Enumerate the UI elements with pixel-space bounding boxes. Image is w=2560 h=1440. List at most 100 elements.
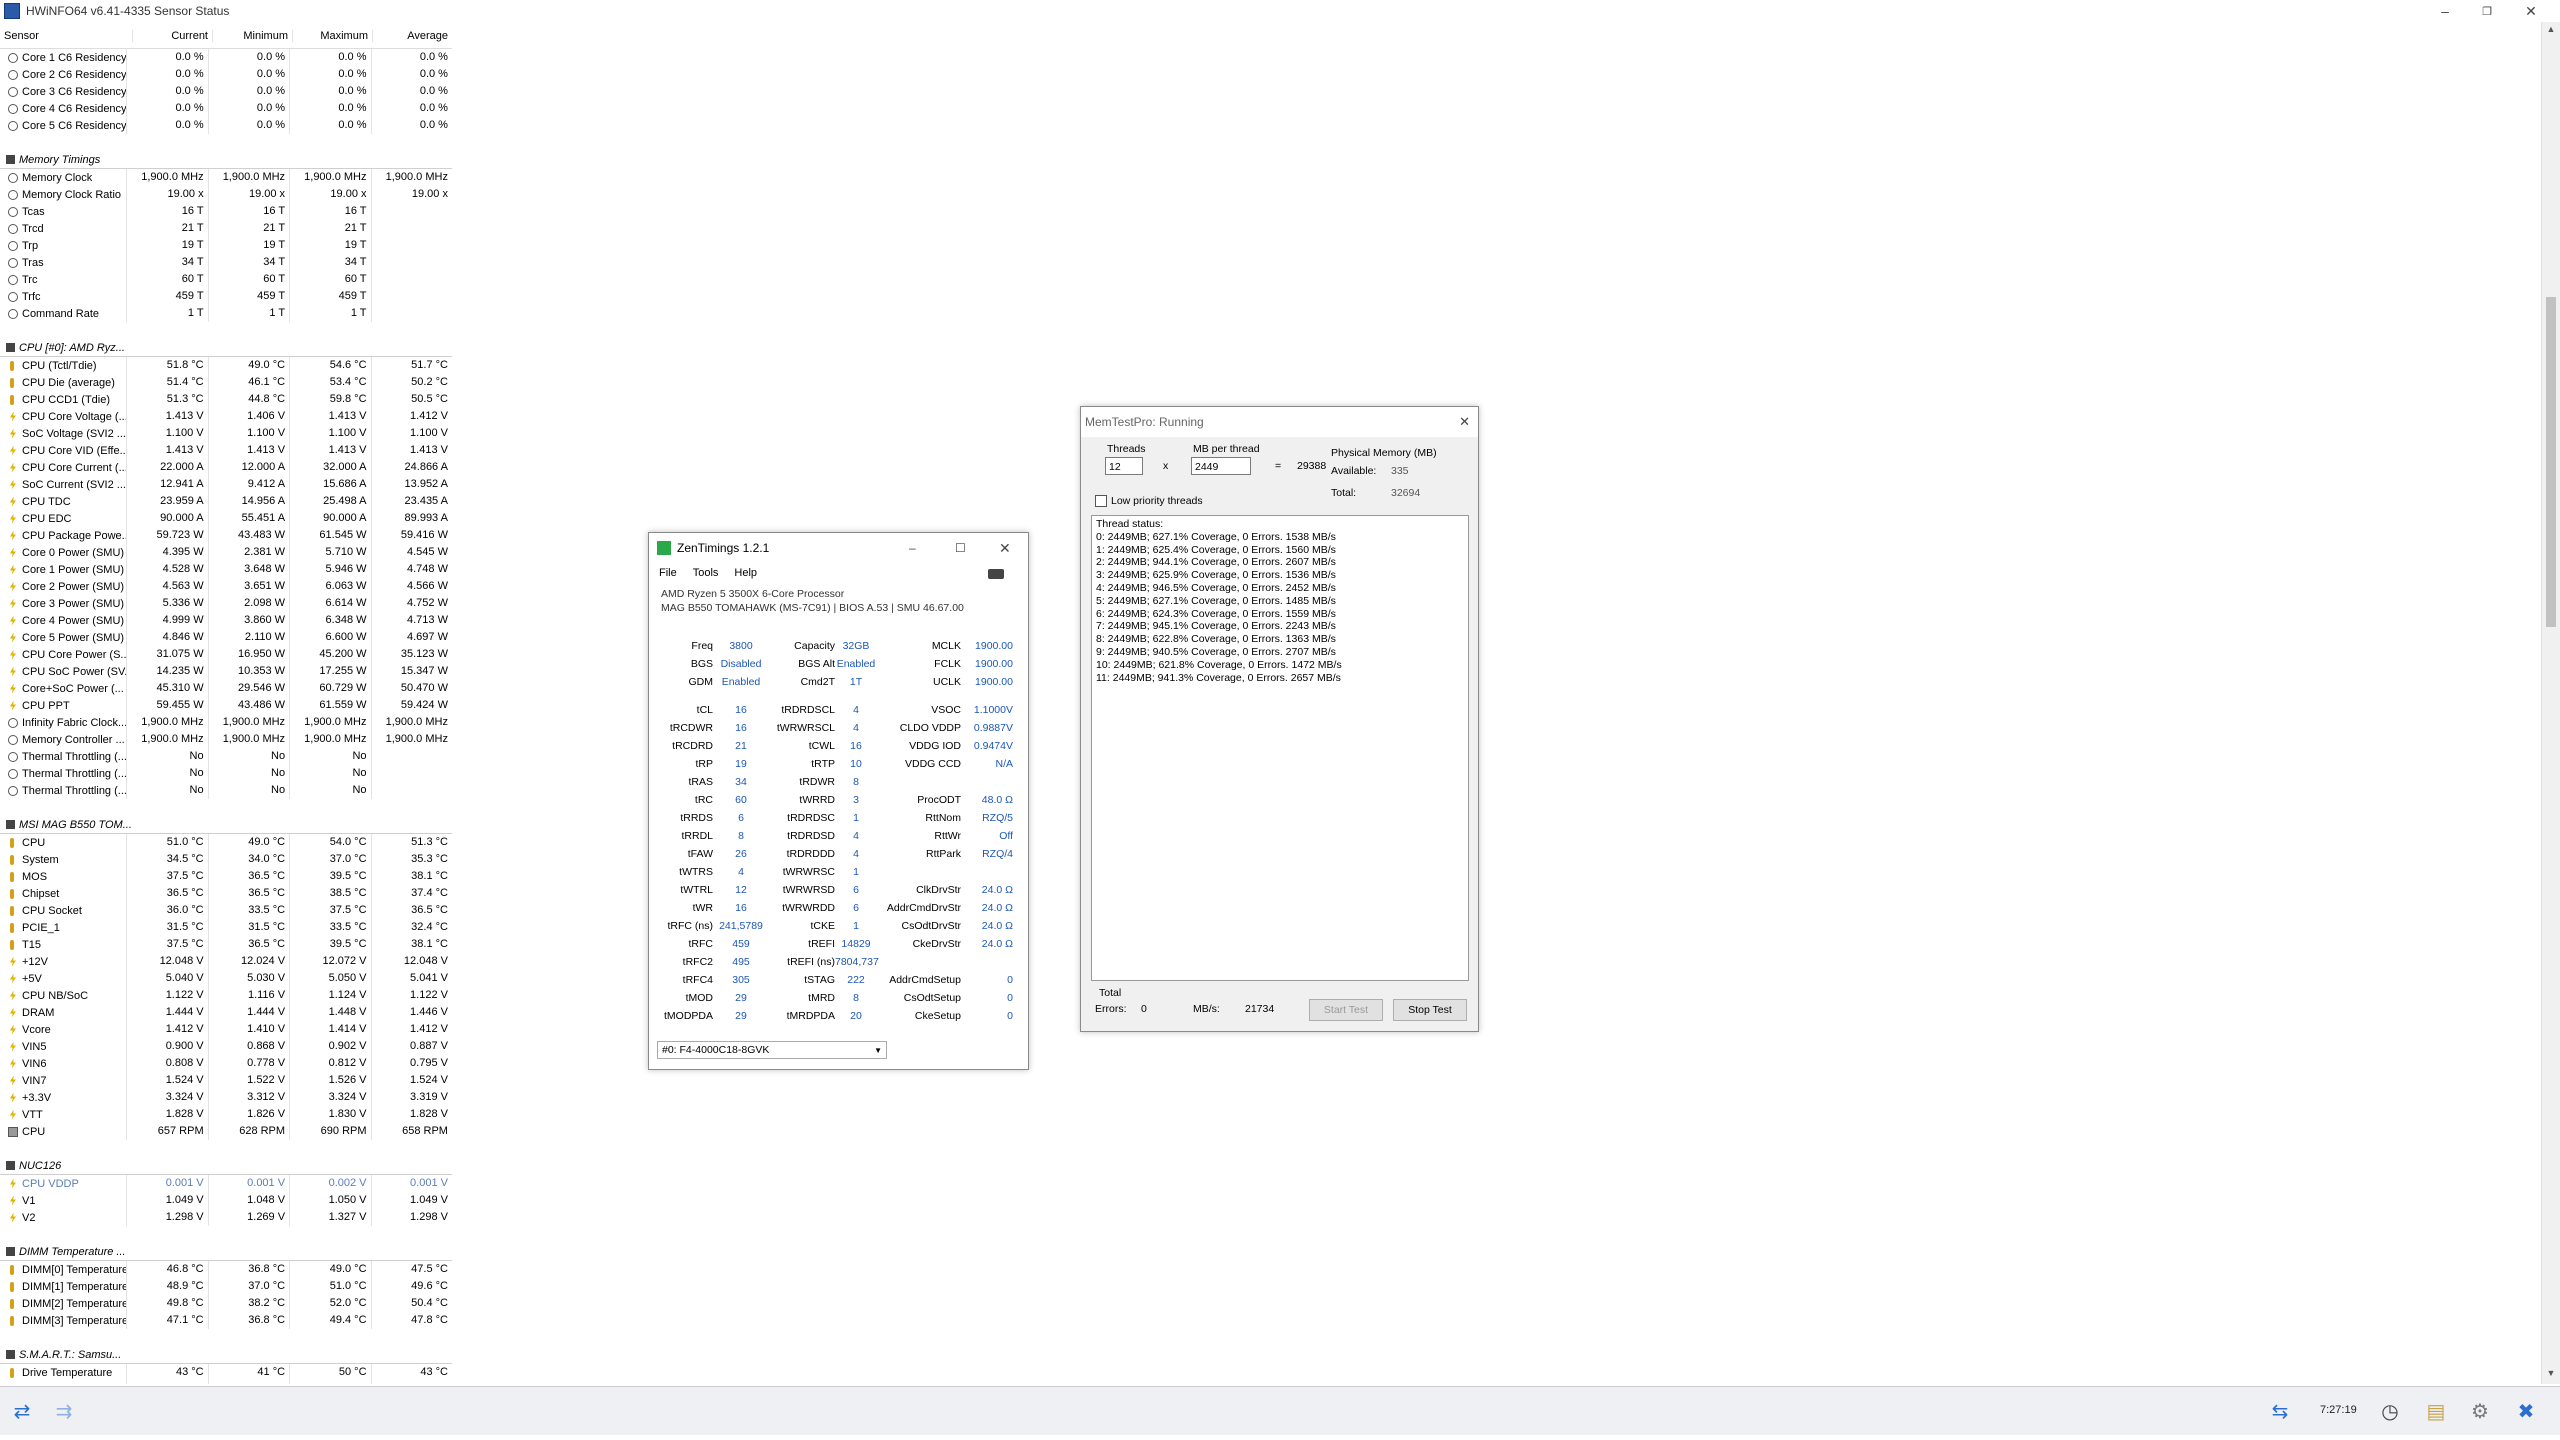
sensor-row[interactable]: Vcore 1.412 V 1.410 V 1.414 V 1.412 V [0,1021,452,1038]
sensor-row[interactable]: Core 2 Power (SMU) 4.563 W 3.651 W 6.063 W4… [0,578,452,595]
sensor-row[interactable]: CPU TDC 23.959 A 14.956 A 25.498 A 23.435 A [0,493,452,510]
sensor-group-header[interactable]: Memory Timings [0,151,452,169]
sensor-row[interactable]: V2 1.298 V 1.269 V 1.327 V 1.298 V [0,1209,452,1226]
report-icon[interactable]: ▤ [2418,1397,2454,1425]
zt-close-button[interactable]: ✕ [999,540,1011,557]
sensor-row[interactable]: Core 1 Power (SMU) 4.528 W 3.648 W 5.946 W4… [0,561,452,578]
sensor-row[interactable]: CPU Die (average) 51.4 °C 46.1 °C 53.4 °C 50… [0,374,452,391]
sensor-row[interactable]: CPU NB/SoC 1.122 V 1.116 V 1.124 V 1.122 V [0,987,452,1004]
col-current[interactable]: Current [132,30,212,42]
sensor-row[interactable]: Trfc 459 T 459 T 459 T [0,288,452,305]
sensor-group-header[interactable]: NUC126 [0,1157,452,1175]
sensor-row[interactable]: Infinity Fabric Clock... 1,900.0 MHz 1,900… [0,714,452,731]
sensor-row[interactable]: Trc 60 T 60 T 60 T [0,271,452,288]
sensor-row[interactable]: Trcd 21 T 21 T 21 T [0,220,452,237]
arrows-right-icon[interactable]: ⇉ [46,1397,82,1425]
stop-test-button[interactable]: Stop Test [1393,999,1467,1021]
sensor-row[interactable]: Tras 34 T 34 T 34 T [0,254,452,271]
sensor-row[interactable]: CPU Core VID (Effe... 1.413 V 1.413 V 1.413… [0,442,452,459]
col-minimum[interactable]: Minimum [212,30,292,42]
scroll-up-arrow-icon[interactable]: ▲ [2542,24,2560,38]
sensor-row[interactable]: Core 3 C6 Residency 0.0 % 0.0 % 0.0 % 0.0 % [0,83,452,100]
sensor-row[interactable]: CPU Core Current (... 22.000 A 12.000 A 32.… [0,459,452,476]
sensor-row[interactable]: +12V 12.048 V 12.024 V 12.072 V 12.048 V [0,953,452,970]
sensor-row[interactable]: SoC Voltage (SVI2 ... 1.100 V 1.100 V 1.100… [0,425,452,442]
col-sensor[interactable]: Sensor [0,30,132,42]
minimize-button[interactable]: – [2424,0,2466,22]
sensor-row[interactable]: Thermal Throttling (... No No No [0,748,452,765]
sensor-row[interactable]: Memory Clock 1,900.0 MHz 1,900.0 MHz 1,900.… [0,169,452,186]
sensor-row[interactable]: Memory Clock Ratio 19.00 x 19.00 x 19.00 x1… [0,186,452,203]
sensor-row[interactable]: System 34.5 °C 34.0 °C 37.0 °C 35.3 °C [0,851,452,868]
col-average[interactable]: Average [372,30,452,42]
sensor-row[interactable]: +5V 5.040 V 5.030 V 5.050 V 5.041 V [0,970,452,987]
zt-maximize-button[interactable]: ☐ [955,541,966,555]
sensor-row[interactable]: DIMM[0] Temperature 46.8 °C 36.8 °C 49.0 °C… [0,1261,452,1278]
sensor-row[interactable]: Command Rate 1 T1 T1 T [0,305,452,322]
sensor-row[interactable]: CPU CCD1 (Tdie) 51.3 °C 44.8 °C 59.8 °C 50.5… [0,391,452,408]
sensor-row[interactable]: CPU Package Powe... 59.723 W 43.483 W 61.54… [0,527,452,544]
sensor-row[interactable]: Memory Controller ... 1,900.0 MHz 1,900.0 … [0,731,452,748]
sensor-row[interactable]: V1 1.049 V 1.048 V 1.050 V 1.049 V [0,1192,452,1209]
sensor-row[interactable]: +3.3V 3.324 V 3.312 V 3.324 V 3.319 V [0,1089,452,1106]
sensor-row[interactable]: Core 4 Power (SMU) 4.999 W 3.860 W 6.348 W4… [0,612,452,629]
sensor-row[interactable]: VTT 1.828 V 1.826 V 1.830 V 1.828 V [0,1106,452,1123]
camera-icon[interactable] [988,569,1004,579]
scroll-down-arrow-icon[interactable]: ▼ [2542,1368,2560,1382]
mt-close-button[interactable]: ✕ [1459,414,1470,430]
sensor-row[interactable]: Chipset 36.5 °C 36.5 °C 38.5 °C 37.4 °C [0,885,452,902]
sensor-group-header[interactable]: MSI MAG B550 TOM... [0,816,452,834]
sensor-row[interactable]: CPU Socket 36.0 °C 33.5 °C 37.5 °C 36.5 °C [0,902,452,919]
menu-file[interactable]: File [659,567,677,579]
sensor-row[interactable]: CPU EDC 90.000 A 55.451 A 90.000 A 89.993 A [0,510,452,527]
low-priority-option[interactable]: Low priority threads [1095,495,1203,507]
sensor-row[interactable]: CPU PPT 59.455 W 43.486 W 61.559 W 59.424 W [0,697,452,714]
sensor-row[interactable]: Core 1 C6 Residency 0.0 % 0.0 % 0.0 % 0.0 % [0,49,452,66]
sensor-row[interactable]: DRAM 1.444 V 1.444 V 1.448 V 1.446 V [0,1004,452,1021]
sensor-row[interactable]: Core 3 Power (SMU) 5.336 W 2.098 W 6.614 W4… [0,595,452,612]
network-icon[interactable]: ⇆ [2262,1397,2298,1425]
sensor-row[interactable]: Core 5 C6 Residency 0.0 % 0.0 % 0.0 % 0.0 % [0,117,452,134]
sensor-row[interactable]: VIN7 1.524 V 1.522 V 1.526 V 1.524 V [0,1072,452,1089]
sensor-row[interactable]: Thermal Throttling (... No No No [0,765,452,782]
sensor-row[interactable]: VIN5 0.900 V 0.868 V 0.902 V 0.887 V [0,1038,452,1055]
sensor-row[interactable]: DIMM[3] Temperature 47.1 °C 36.8 °C 49.4 °C… [0,1312,452,1329]
exit-icon[interactable]: ✖ [2508,1397,2544,1425]
sensor-row[interactable]: CPU Core Voltage (... 1.413 V 1.406 V 1.413… [0,408,452,425]
settings-gear-icon[interactable]: ⚙ [2462,1397,2498,1425]
sensor-row[interactable]: Drive Temperature 43 °C 41 °C 50 °C 43 °C [0,1364,452,1381]
start-test-button[interactable]: Start Test [1309,999,1383,1021]
sensor-row[interactable]: Trp 19 T 19 T 19 T [0,237,452,254]
sensor-row[interactable]: Core 4 C6 Residency 0.0 % 0.0 % 0.0 % 0.0 % [0,100,452,117]
sensor-row[interactable]: T15 37.5 °C 36.5 °C 39.5 °C 38.1 °C [0,936,452,953]
sensor-row[interactable]: Drive Temperature 2 48 °C42 °C63 °C45 °C [0,1381,452,1384]
sensor-row[interactable]: VIN6 0.808 V 0.778 V 0.812 V 0.795 V [0,1055,452,1072]
low-priority-checkbox[interactable] [1095,495,1107,507]
menu-help[interactable]: Help [734,567,757,579]
col-maximum[interactable]: Maximum [292,30,372,42]
sensor-row[interactable]: CPU 657 RPM 628 RPM 690 RPM 658 RPM [0,1123,452,1140]
sensor-row[interactable]: Thermal Throttling (... No No No [0,782,452,799]
sensor-row[interactable]: Tcas 16 T 16 T 16 T [0,203,452,220]
sensor-row[interactable]: MOS 37.5 °C 36.5 °C 39.5 °C 38.1 °C [0,868,452,885]
sensor-group-header[interactable]: DIMM Temperature ... [0,1243,452,1261]
sensor-row[interactable]: CPU 51.0 °C 49.0 °C 54.0 °C 51.3 °C [0,834,452,851]
sensor-row[interactable]: Core 5 Power (SMU) 4.846 W 2.110 W 6.600 W4… [0,629,452,646]
close-button[interactable]: ✕ [2510,0,2552,22]
sensor-row[interactable]: CPU SoC Power (SV... 14.235 W 10.353 W 17.2… [0,663,452,680]
sensor-row[interactable]: Core+SoC Power (... 45.310 W 29.546 W 60.72… [0,680,452,697]
menu-tools[interactable]: Tools [693,567,719,579]
sensor-row[interactable]: CPU VDDP 0.001 V 0.001 V 0.002 V 0.001 V [0,1175,452,1192]
restore-button[interactable]: ❐ [2466,0,2508,22]
sensor-row[interactable]: Core 0 Power (SMU) 4.395 W 2.381 W 5.710 W4… [0,544,452,561]
sensor-group-header[interactable]: CPU [#0]: AMD Ryz... [0,339,452,357]
threads-input[interactable]: 12 [1105,457,1143,475]
sensor-row[interactable]: CPU Core Power (S... 31.075 W 16.950 W 45.2… [0,646,452,663]
sensor-row[interactable]: CPU (Tctl/Tdie) 51.8 °C 49.0 °C 54.6 °C 51.7… [0,357,452,374]
sensor-row[interactable]: PCIE_1 31.5 °C 31.5 °C 33.5 °C 32.4 °C [0,919,452,936]
arrows-left-right-icon[interactable]: ⇄ [4,1397,40,1425]
zt-minimize-button[interactable]: – [909,541,916,555]
sensor-group-header[interactable]: S.M.A.R.T.: Samsu... [0,1346,452,1364]
vertical-scrollbar[interactable]: ▲ ▼ [2541,22,2560,1384]
mb-per-thread-input[interactable]: 2449 [1191,457,1251,475]
